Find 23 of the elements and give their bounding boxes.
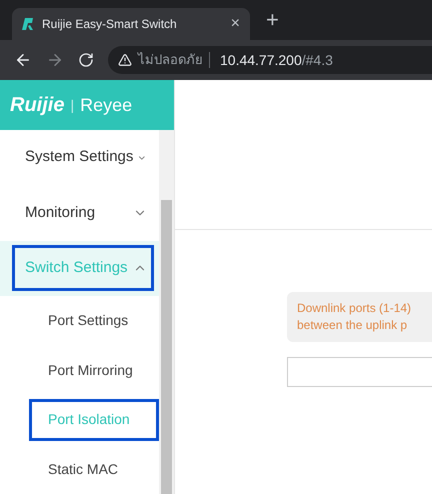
brand-logo: Ruijie: [10, 93, 64, 118]
notice-text: Downlink ports (1-14): [297, 300, 412, 317]
forward-icon[interactable]: [46, 51, 64, 69]
back-icon[interactable]: [14, 51, 32, 69]
favicon-icon: [22, 18, 36, 30]
logo-separator: |: [70, 96, 74, 115]
address-bar[interactable]: ไม่ปลอดภัย 10.44.77.200/#4.3: [108, 46, 432, 74]
submenu-item[interactable]: Port Settings: [29, 300, 159, 342]
notice-text: between the uplink p: [297, 317, 408, 334]
close-button[interactable]: ×: [230, 12, 240, 36]
browser-tab[interactable]: Ruijie Easy-Smart Switch ×: [12, 8, 250, 40]
sub-brand-logo: Reyee: [80, 94, 132, 117]
submenu-item[interactable]: Static MAC: [29, 448, 159, 490]
tab-title: Ruijie Easy-Smart Switch: [42, 16, 178, 33]
submenu-item[interactable]: Port Mirroring: [29, 349, 159, 392]
menu-item[interactable]: Monitoring: [0, 185, 159, 241]
security-label: ไม่ปลอดภัย: [138, 51, 203, 70]
url-text: 10.44.77.200/#4.3: [220, 50, 333, 70]
new-tab-button[interactable]: +: [266, 3, 279, 36]
scrollbar-thumb[interactable]: [161, 200, 172, 494]
reload-icon[interactable]: [78, 52, 94, 68]
warning-icon: [118, 53, 132, 67]
menu-item[interactable]: System Settings: [0, 130, 159, 186]
